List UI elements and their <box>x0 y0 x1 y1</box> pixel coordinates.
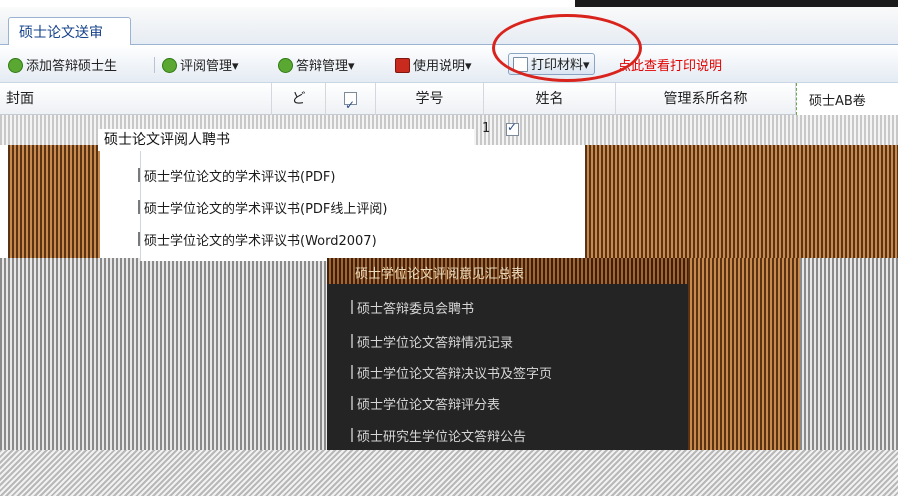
tab-strip: 硕士论文送审 <box>0 7 898 45</box>
ab-paper-tab[interactable]: 硕士AB卷 <box>796 83 898 115</box>
grid-header: 封面 ど 学号 姓名 管理系所名称 <box>0 83 898 121</box>
column-student-id[interactable]: 学号 <box>376 83 484 115</box>
column-select-all[interactable] <box>326 83 376 121</box>
chevron-down-icon: ▾ <box>232 59 239 74</box>
chevron-down-icon: ▾ <box>348 59 355 74</box>
menu-item-review-summary[interactable]: 硕士学位论文评阅意见汇总表 <box>327 258 688 284</box>
add-student-label: 添加答辩硕士生 <box>26 59 118 74</box>
add-icon <box>8 58 23 73</box>
tab-thesis-review[interactable]: 硕士论文送审 <box>8 17 131 45</box>
print-menu-upper: 硕士论文评阅人聘书 硕士学位论文的学术评议书(PDF) 硕士学位论文的学术评议书… <box>98 126 474 261</box>
column-narrow[interactable]: ど <box>272 83 326 115</box>
column-cover[interactable]: 封面 <box>0 83 272 115</box>
glitch-band <box>8 145 100 258</box>
menu-item-defense-notice[interactable]: 硕士研究生学位论文答辩公告 <box>350 426 526 445</box>
select-all-checkbox[interactable] <box>344 89 357 121</box>
review-manage-label: 评阅管理 <box>180 59 233 74</box>
print-menu-lower: 硕士学位论文评阅意见汇总表 硕士答辩委员会聘书 硕士学位论文答辩情况记录 硕士学… <box>327 258 688 450</box>
manual-label: 使用说明 <box>413 59 466 74</box>
toolbar: 添加答辩硕士生 评阅管理▾ 答辩管理▾ 使用说明▾ 打印材料▾ 点此查看打印说明 <box>0 45 898 83</box>
defense-manage-label: 答辩管理 <box>296 59 349 74</box>
manual-button[interactable]: 使用说明▾ <box>395 55 472 75</box>
highlight-ring <box>492 14 642 82</box>
menu-item-committee-letter[interactable]: 硕士答辩委员会聘书 <box>350 298 474 317</box>
review-icon <box>162 58 177 73</box>
glitch-band <box>0 450 898 496</box>
defense-icon <box>278 58 293 73</box>
top-black-bar <box>575 0 898 7</box>
menu-item-resolution-signature[interactable]: 硕士学位论文答辩决议书及签字页 <box>350 363 552 382</box>
manual-icon <box>395 58 410 73</box>
menu-item-review-pdf[interactable]: 硕士学位论文的学术评议书(PDF) <box>137 166 335 185</box>
glitch-band <box>688 258 800 450</box>
menu-item-review-word[interactable]: 硕士学位论文的学术评议书(Word2007) <box>138 230 377 249</box>
row-checkbox[interactable] <box>506 120 519 136</box>
menu-item-appointment-letter[interactable]: 硕士论文评阅人聘书 <box>98 129 474 151</box>
menu-item-score-sheet[interactable]: 硕士学位论文答辩评分表 <box>350 394 500 413</box>
menu-item-defense-record[interactable]: 硕士学位论文答辩情况记录 <box>350 332 513 351</box>
add-student-button[interactable]: 添加答辩硕士生 <box>8 55 117 75</box>
glitch-band <box>0 258 327 450</box>
column-dept[interactable]: 管理系所名称 <box>616 83 796 115</box>
glitch-band <box>800 258 898 450</box>
review-manage-button[interactable]: 评阅管理▾ <box>162 55 239 75</box>
glitch-band <box>585 145 898 258</box>
chevron-down-icon: ▾ <box>465 59 472 74</box>
defense-manage-button[interactable]: 答辩管理▾ <box>278 55 355 75</box>
row-number: 1 <box>482 121 491 136</box>
column-name[interactable]: 姓名 <box>484 83 616 115</box>
toolbar-separator <box>154 57 155 73</box>
menu-item-review-pdf-online[interactable]: 硕士学位论文的学术评议书(PDF线上评阅) <box>137 198 387 217</box>
